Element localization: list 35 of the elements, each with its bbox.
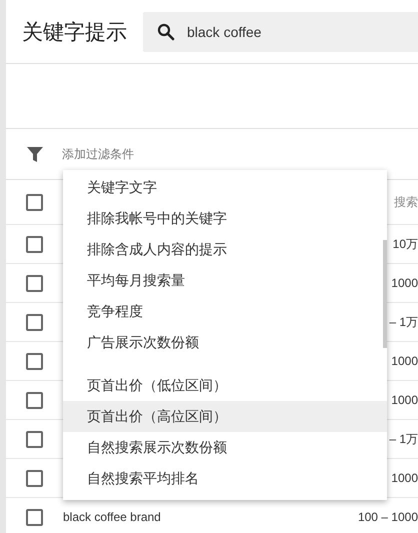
menu-item[interactable]: 页首出价（低位区间） — [63, 370, 387, 401]
checkbox[interactable] — [26, 430, 43, 448]
menu-item[interactable]: 页首出价（高位区间） — [63, 401, 387, 432]
menu-item[interactable]: 广告展示次数份额 — [63, 327, 387, 358]
menu-item[interactable]: 自然搜索平均排名 — [63, 463, 387, 494]
menu-item[interactable]: 排除含成人内容的提示 — [63, 234, 387, 265]
checkbox[interactable] — [26, 314, 43, 330]
search-field[interactable]: black coffee — [143, 12, 418, 52]
checkbox[interactable] — [26, 274, 43, 292]
menu-item[interactable]: 自然搜索展示次数份额 — [63, 432, 387, 463]
filter-placeholder[interactable]: 添加过滤条件 — [62, 146, 134, 162]
search-volume-cell: – 1万 — [389, 314, 418, 330]
search-volume-cell: 1000 — [391, 276, 418, 290]
checkbox[interactable] — [26, 470, 43, 486]
checkbox[interactable] — [26, 236, 43, 252]
checkbox[interactable] — [26, 352, 43, 370]
menu-item[interactable]: 排除我帐号中的关键字 — [63, 203, 387, 234]
search-volume-cell: 1000 — [391, 354, 418, 368]
checkbox[interactable] — [26, 508, 43, 526]
page-title: 关键字提示 — [22, 20, 127, 46]
search-volume-cell: 1000 — [391, 393, 418, 407]
scrollbar[interactable] — [383, 240, 387, 348]
menu-item[interactable]: 关键字文字 — [63, 172, 387, 203]
menu-item[interactable]: 竞争程度 — [63, 296, 387, 327]
keyword-cell-text: black coffee brand — [63, 510, 162, 524]
checkbox[interactable] — [26, 194, 43, 210]
search-volume-cell: 10万 — [392, 236, 418, 252]
search-volume-cell: 1000 — [391, 471, 418, 485]
checkbox[interactable] — [26, 392, 43, 408]
column-header: 搜索 — [394, 194, 418, 210]
search-volume-cell: 100 – 1000 — [358, 510, 418, 524]
menu-item[interactable]: 平均每月搜索量 — [63, 265, 387, 296]
search-volume-cell: – 1万 — [389, 430, 418, 448]
search-icon — [157, 22, 175, 40]
filter-icon[interactable] — [26, 145, 44, 163]
